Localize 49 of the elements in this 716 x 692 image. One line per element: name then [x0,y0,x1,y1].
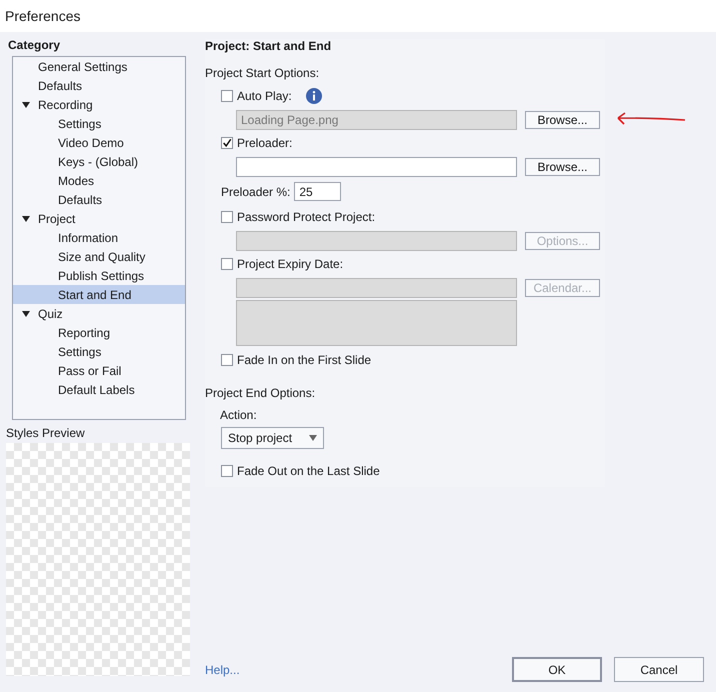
checkbox[interactable] [221,258,233,270]
caret-icon [309,435,317,441]
tree-item[interactable]: Defaults [13,190,185,209]
tree-item[interactable]: Settings [13,114,185,133]
action-dropdown[interactable]: Stop project [221,427,324,449]
category-heading: Category [7,38,62,52]
help-link[interactable]: Help... [205,660,240,678]
option-label: Fade In on the First Slide [237,352,372,369]
option-label: Preloader: [237,135,292,152]
option-label: Fade Out on the Last Slide [237,463,380,480]
tree-item[interactable]: Quiz [13,304,185,323]
option-label: Project Expiry Date: [237,256,344,273]
tree-item[interactable]: Default Labels [13,380,185,399]
checkbox[interactable] [221,90,233,102]
window-title: Preferences [0,0,716,32]
styles-preview-label: Styles Preview [6,426,86,440]
section-heading: Project End Options: [205,386,316,400]
tree-item[interactable]: Publish Settings [13,266,185,285]
action-label: Action: [220,408,258,422]
checkbox[interactable] [221,354,233,366]
checkbox[interactable] [221,465,233,477]
tree-item[interactable]: Defaults [13,76,185,95]
expand-arrow-icon[interactable] [22,310,30,318]
option-label: Auto Play: [237,88,292,105]
option-label: Password Protect Project: [237,209,376,226]
file-path-field[interactable] [236,156,517,176]
dialog-button[interactable]: Cancel [614,657,704,682]
tree-item[interactable]: Pass or Fail [13,361,185,380]
tree-item[interactable]: Start and End [13,285,185,304]
section-heading: Project Start Options: [205,66,320,80]
panel-title: Project: Start and End [205,39,332,53]
tree-item[interactable]: General Settings [13,57,185,76]
tree-item[interactable]: Information [13,228,185,247]
tree-item[interactable]: Project [13,209,185,228]
option-label: Preloader %: [221,184,290,200]
tree-item[interactable]: Modes [13,171,185,190]
number-field[interactable]: 25 [294,182,342,201]
tree-item[interactable]: Settings [13,342,185,361]
tree-item[interactable]: Keys - (Global) [13,152,185,171]
tree-item[interactable]: Reporting [13,323,185,342]
expand-arrow-icon[interactable] [22,214,30,222]
expand-arrow-icon[interactable] [22,100,30,108]
checkbox[interactable] [221,137,233,149]
tree-item[interactable]: Video Demo [13,133,185,152]
dialog-button[interactable]: OK [512,657,602,682]
tree-item[interactable]: Size and Quality [13,247,185,266]
tree-item[interactable]: Recording [13,95,185,114]
checkbox[interactable] [221,211,233,223]
browse-button[interactable]: Browse... [525,158,600,176]
